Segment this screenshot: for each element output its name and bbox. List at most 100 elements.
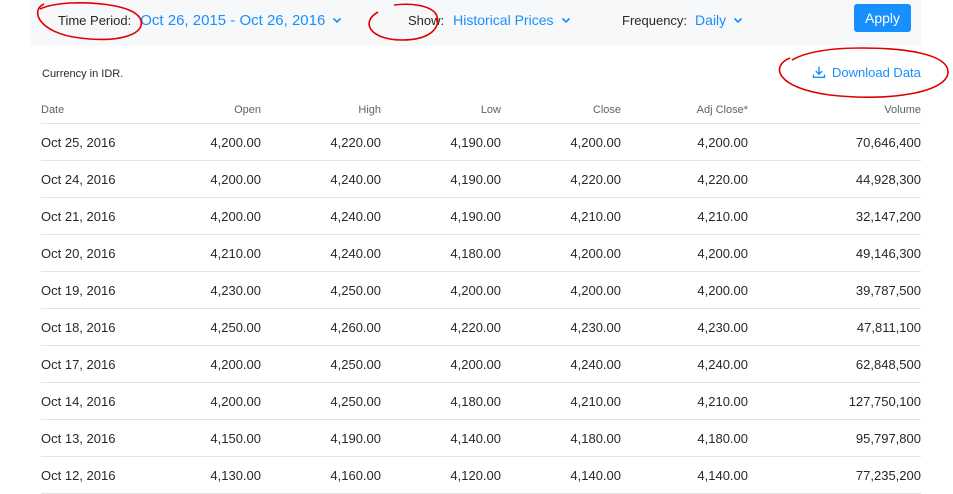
cell-open: 4,250.00 (141, 308, 261, 346)
cell-adj-close: 4,210.00 (621, 197, 748, 235)
cell-open: 4,210.00 (141, 234, 261, 272)
cell-volume: 39,787,500 (748, 271, 921, 309)
cell-date: Oct 12, 2016 (41, 456, 141, 494)
cell-date: Oct 24, 2016 (41, 160, 141, 198)
cell-high: 4,240.00 (261, 160, 381, 198)
cell-volume: 44,928,300 (748, 160, 921, 198)
cell-close: 4,140.00 (501, 456, 621, 494)
table-row: Oct 21, 2016 4,200.00 4,240.00 4,190.00 4,21… (41, 197, 921, 235)
download-data-link[interactable]: Download Data (812, 63, 921, 81)
table-row: Oct 24, 2016 4,200.00 4,240.00 4,190.00 4,22… (41, 160, 921, 198)
chevron-down-icon[interactable] (732, 14, 744, 26)
time-period-filter[interactable]: Time Period: Oct 26, 2015 - Oct 26, 2016 (58, 11, 343, 29)
column-header-high: High (261, 97, 381, 124)
cell-open: 4,200.00 (141, 197, 261, 235)
chevron-down-icon[interactable] (560, 14, 572, 26)
cell-date: Oct 25, 2016 (41, 123, 141, 161)
cell-volume: 77,235,200 (748, 456, 921, 494)
cell-volume: 47,811,100 (748, 308, 921, 346)
cell-date: Oct 19, 2016 (41, 271, 141, 309)
table-row: Oct 12, 2016 4,130.00 4,160.00 4,120.00 4,14… (41, 456, 921, 494)
currency-note: Currency in IDR. (42, 68, 124, 80)
column-header-adj-close: Adj Close* (621, 97, 748, 124)
cell-high: 4,160.00 (261, 456, 381, 494)
cell-volume: 95,797,800 (748, 419, 921, 457)
cell-adj-close: 4,200.00 (621, 271, 748, 309)
cell-adj-close: 4,240.00 (621, 345, 748, 383)
table-row: Oct 19, 2016 4,230.00 4,250.00 4,200.00 4,20… (41, 271, 921, 309)
cell-close: 4,200.00 (501, 123, 621, 161)
historical-prices-table: Date Open High Low Close Adj Close* Volu… (41, 97, 921, 494)
cell-high: 4,240.00 (261, 197, 381, 235)
cell-low: 4,190.00 (381, 197, 501, 235)
time-period-label: Time Period: (58, 12, 132, 28)
frequency-value[interactable]: Daily (695, 12, 726, 28)
cell-adj-close: 4,180.00 (621, 419, 748, 457)
cell-volume: 62,848,500 (748, 345, 921, 383)
cell-volume: 49,146,300 (748, 234, 921, 272)
cell-date: Oct 13, 2016 (41, 419, 141, 457)
cell-adj-close: 4,140.00 (621, 456, 748, 494)
cell-adj-close: 4,200.00 (621, 234, 748, 272)
time-period-value[interactable]: Oct 26, 2015 - Oct 26, 2016 (140, 12, 325, 29)
table-row: Oct 25, 2016 4,200.00 4,220.00 4,190.00 4,20… (41, 123, 921, 161)
cell-adj-close: 4,220.00 (621, 160, 748, 198)
cell-close: 4,210.00 (501, 197, 621, 235)
cell-low: 4,140.00 (381, 419, 501, 457)
cell-open: 4,200.00 (141, 382, 261, 420)
table-row: Oct 14, 2016 4,200.00 4,250.00 4,180.00 4,21… (41, 382, 921, 420)
cell-adj-close: 4,210.00 (621, 382, 748, 420)
cell-volume: 70,646,400 (748, 123, 921, 161)
cell-close: 4,200.00 (501, 271, 621, 309)
cell-high: 4,260.00 (261, 308, 381, 346)
table-row: Oct 17, 2016 4,200.00 4,250.00 4,200.00 4,24… (41, 345, 921, 383)
filter-bar: Time Period: Oct 26, 2015 - Oct 26, 2016… (30, 0, 921, 46)
chevron-down-icon[interactable] (331, 14, 343, 26)
cell-close: 4,240.00 (501, 345, 621, 383)
cell-open: 4,200.00 (141, 345, 261, 383)
table-row: Oct 13, 2016 4,150.00 4,190.00 4,140.00 4,18… (41, 419, 921, 457)
column-header-volume: Volume (748, 97, 921, 124)
show-filter[interactable]: Show: Historical Prices (408, 11, 572, 29)
cell-close: 4,220.00 (501, 160, 621, 198)
cell-open: 4,230.00 (141, 271, 261, 309)
cell-date: Oct 18, 2016 (41, 308, 141, 346)
download-data-label: Download Data (832, 64, 921, 80)
cell-high: 4,250.00 (261, 345, 381, 383)
cell-low: 4,190.00 (381, 123, 501, 161)
table-row: Oct 20, 2016 4,210.00 4,240.00 4,180.00 4,20… (41, 234, 921, 272)
apply-button[interactable]: Apply (854, 4, 911, 32)
cell-date: Oct 17, 2016 (41, 345, 141, 383)
cell-low: 4,200.00 (381, 345, 501, 383)
show-label: Show: (408, 12, 445, 28)
table-header-row: Date Open High Low Close Adj Close* Volu… (41, 97, 921, 124)
cell-adj-close: 4,200.00 (621, 123, 748, 161)
cell-open: 4,200.00 (141, 160, 261, 198)
frequency-label: Frequency: (622, 12, 688, 28)
download-icon (812, 66, 826, 78)
show-value[interactable]: Historical Prices (453, 12, 553, 28)
cell-low: 4,200.00 (381, 271, 501, 309)
column-header-low: Low (381, 97, 501, 124)
cell-high: 4,250.00 (261, 271, 381, 309)
cell-low: 4,180.00 (381, 234, 501, 272)
table-row: Oct 18, 2016 4,250.00 4,260.00 4,220.00 4,23… (41, 308, 921, 346)
column-header-close: Close (501, 97, 621, 124)
cell-close: 4,180.00 (501, 419, 621, 457)
cell-volume: 127,750,100 (748, 382, 921, 420)
cell-low: 4,180.00 (381, 382, 501, 420)
cell-low: 4,190.00 (381, 160, 501, 198)
cell-low: 4,220.00 (381, 308, 501, 346)
cell-low: 4,120.00 (381, 456, 501, 494)
cell-close: 4,210.00 (501, 382, 621, 420)
cell-high: 4,240.00 (261, 234, 381, 272)
cell-adj-close: 4,230.00 (621, 308, 748, 346)
cell-date: Oct 21, 2016 (41, 197, 141, 235)
cell-high: 4,190.00 (261, 419, 381, 457)
cell-date: Oct 20, 2016 (41, 234, 141, 272)
cell-high: 4,220.00 (261, 123, 381, 161)
cell-open: 4,130.00 (141, 456, 261, 494)
cell-open: 4,200.00 (141, 123, 261, 161)
cell-date: Oct 14, 2016 (41, 382, 141, 420)
frequency-filter[interactable]: Frequency: Daily (622, 11, 744, 29)
